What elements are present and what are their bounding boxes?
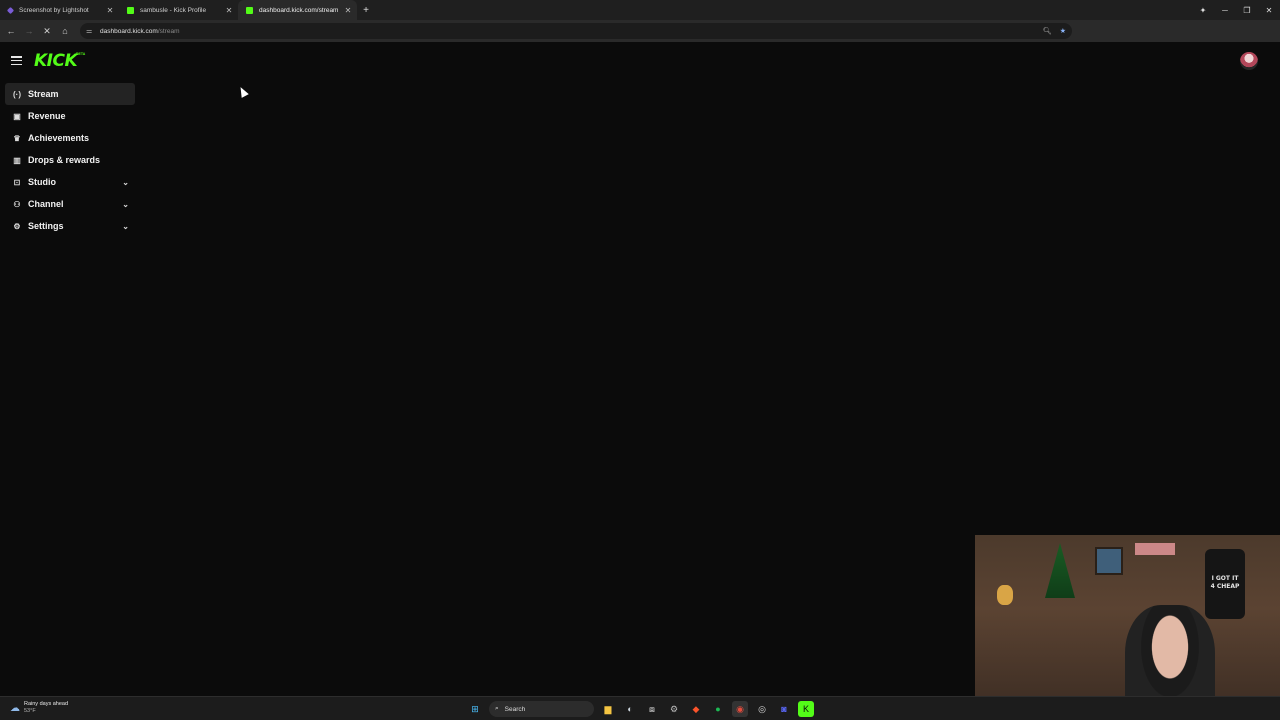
hamburger-menu-icon[interactable] [11,56,22,66]
trophy-icon: ♛ [13,133,21,143]
studio-icon: ⊡ [13,177,21,187]
close-tab-icon[interactable]: ✕ [343,6,353,15]
lightshot-favicon-icon [6,6,15,14]
lamp-shape [997,585,1013,605]
sidebar-item-stream[interactable]: (·) Stream [5,83,135,105]
windows-start-icon[interactable]: ⊞ [467,701,483,717]
browser-tab-kick-profile[interactable]: sambusle - Kick Profile ✕ [119,0,238,20]
browser-tab-lightshot[interactable]: Screenshot by Lightshot ✕ [0,0,119,20]
url-host: dashboard.kick.com [100,27,158,35]
address-bar[interactable]: ⚌ dashboard.kick.com/stream 🔍︎ ★ [80,23,1072,39]
gear-icon: ⚙ [13,221,21,231]
chevron-down-icon: ⌄ [122,177,129,187]
close-tab-icon[interactable]: ✕ [224,6,234,15]
browser-tab-bar: Screenshot by Lightshot ✕ sambusle - Kic… [0,0,1280,20]
chrome-icon[interactable]: ◉ [732,701,748,717]
chevron-down-icon: ⌄ [122,199,129,209]
kick-app-icon[interactable]: K [798,701,814,717]
sidebar-item-label: Stream [28,89,59,99]
tab-title: dashboard.kick.com/stream [259,6,339,14]
home-icon[interactable]: ⌂ [56,26,74,36]
steam-icon[interactable]: ◐ [622,701,638,717]
rain-cloud-icon: ☁ [10,702,20,714]
url-path: /stream [157,27,180,35]
spotify-icon[interactable]: ● [710,701,726,717]
back-icon[interactable]: ← [2,26,20,36]
beta-badge: BETA [76,52,86,56]
dashboard-sidebar: (·) Stream ▣ Revenue ♛ Achievements ▥ Dr… [5,83,135,237]
sidebar-item-label: Studio [28,177,56,187]
kick-favicon-icon [246,6,253,14]
settings-app-icon[interactable]: ⚙ [666,701,682,717]
search-icon: ⌕ [495,705,499,712]
wall-sign-shape [1135,543,1175,555]
taskbar-apps: ⊞ ⌕ Search ▆ ◐ ⧈ ⚙ ◆ ● ◉ ◎ ◙ K [467,701,814,717]
browser-tab-dashboard[interactable]: dashboard.kick.com/stream ✕ [238,0,357,20]
browser-toolbar: ← → ✕ ⌂ ⚌ dashboard.kick.com/stream 🔍︎ ★… [0,20,1280,55]
app-header: KICK BETA [0,42,1280,78]
sidebar-item-label: Drops & rewards [28,155,101,165]
kick-favicon-icon [127,6,134,14]
discord-icon[interactable]: ◙ [776,701,792,717]
capcut-icon[interactable]: ⧈ [644,701,660,717]
sidebar-item-label: Achievements [28,133,90,143]
chevron-down-icon: ⌄ [122,221,129,231]
sidebar-item-achievements[interactable]: ♛ Achievements [5,127,135,149]
windows-taskbar: ☁ Rainy days ahead 53°F ⊞ ⌕ Search ▆ ◐ ⧈… [0,696,1280,720]
sidebar-item-drops-rewards[interactable]: ▥ Drops & rewards [5,149,135,171]
new-tab-button[interactable]: + [359,5,373,16]
window-controls: ✦ ─ ❐ ✕ [1192,0,1280,20]
taskbar-search[interactable]: ⌕ Search [489,701,594,717]
sidebar-item-studio[interactable]: ⊡ Studio ⌄ [5,171,135,193]
close-tab-icon[interactable]: ✕ [105,6,115,15]
sidebar-item-label: Settings [28,221,64,231]
close-window-icon[interactable]: ✕ [1258,6,1280,15]
user-avatar[interactable] [1240,52,1258,70]
sidebar-item-channel[interactable]: ⚇ Channel ⌄ [5,193,135,215]
site-info-icon[interactable]: ⚌ [86,27,96,35]
file-explorer-icon[interactable]: ▆ [600,701,616,717]
mouse-cursor-icon [237,85,249,98]
brave-icon[interactable]: ◆ [688,701,704,717]
tab-title: sambusle - Kick Profile [140,6,207,14]
bookmark-star-icon[interactable]: ★ [1060,27,1066,35]
screen: Screenshot by Lightshot ✕ sambusle - Kic… [0,0,1280,720]
search-label: Search [504,705,526,713]
sidebar-item-revenue[interactable]: ▣ Revenue [5,105,135,127]
sidebar-item-label: Channel [28,199,64,209]
revenue-icon: ▣ [13,111,21,121]
obs-icon[interactable]: ◎ [754,701,770,717]
christmas-tree-shape [1045,543,1075,598]
webcam-overlay: I GOT IT 4 CHEAP [975,535,1280,720]
gemini-icon[interactable]: ✦ [1192,6,1214,15]
weather-title: Rainy days ahead [24,701,69,707]
address-bar-actions: 🔍︎ ★ [1043,23,1066,39]
wall-picture-shape [1095,547,1123,575]
weather-widget[interactable]: ☁ Rainy days ahead 53°F [10,701,68,715]
minimize-icon[interactable]: ─ [1214,6,1236,15]
kick-logo[interactable]: KICK [34,51,78,71]
sidebar-item-settings[interactable]: ⚙ Settings ⌄ [5,215,135,237]
stop-loading-icon[interactable]: ✕ [38,26,56,37]
shirt-text: I GOT IT 4 CHEAP [1210,575,1240,590]
weather-temp: 53°F [24,708,36,714]
tab-title: Screenshot by Lightshot [19,6,89,14]
zoom-icon[interactable]: 🔍︎ [1043,27,1052,35]
broadcast-icon: (·) [13,89,21,99]
forward-icon[interactable]: → [20,26,38,36]
channel-icon: ⚇ [13,199,21,209]
sidebar-item-label: Revenue [28,111,66,121]
restore-icon[interactable]: ❐ [1236,6,1258,15]
drops-icon: ▥ [13,155,21,165]
